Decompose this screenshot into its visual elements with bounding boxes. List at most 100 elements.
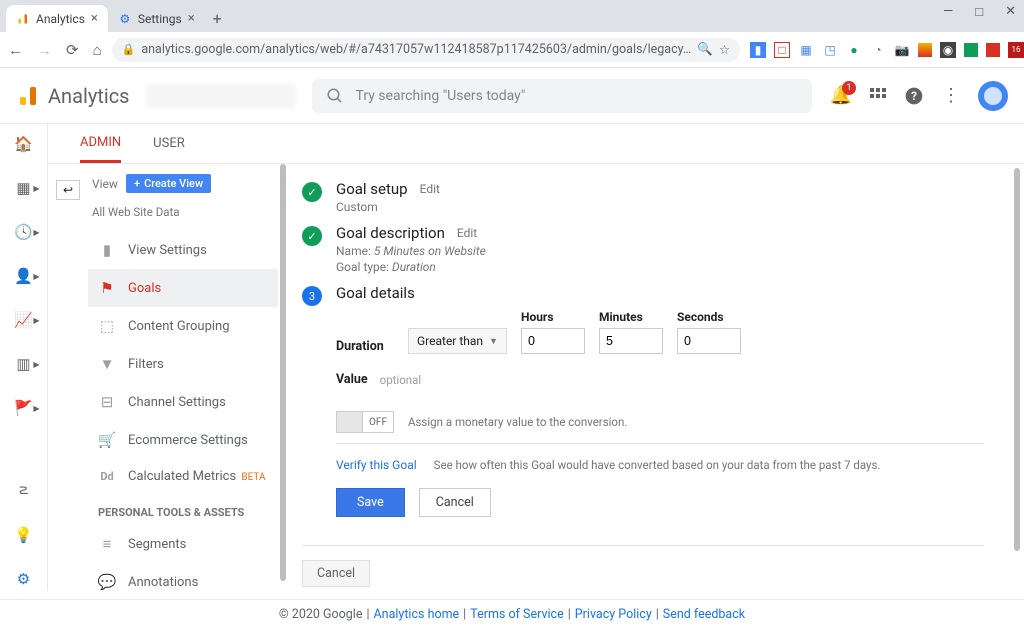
cancel-button[interactable]: Cancel <box>419 488 491 517</box>
account-avatar[interactable] <box>978 81 1008 111</box>
menu-channel-settings[interactable]: ⊟ Channel Settings <box>88 383 278 421</box>
copyright: © 2020 Google <box>279 607 363 622</box>
analytics-logo[interactable]: Analytics <box>16 84 130 108</box>
ext-icon[interactable]: ◉ <box>940 42 956 58</box>
menu-content-grouping[interactable]: ⬚ Content Grouping <box>88 307 278 345</box>
step-type-line: Goal type: Duration <box>336 260 984 274</box>
view-label: View <box>92 177 118 191</box>
value-description: Assign a monetary value to the conversio… <box>408 415 627 429</box>
hours-input[interactable] <box>521 328 585 354</box>
minimize-button[interactable]: — <box>943 4 953 20</box>
url-text: analytics.google.com/analytics/web/#/a74… <box>141 42 691 57</box>
step-title: Goal description <box>336 224 445 242</box>
home-button[interactable]: ⌂ <box>93 41 102 59</box>
value-toggle[interactable]: OFF <box>336 411 394 433</box>
ext-icon[interactable]: ◳ <box>822 42 838 58</box>
back-column: ↩ <box>48 164 88 591</box>
rail-customization-icon[interactable]: ▦▶ <box>10 176 38 200</box>
toggle-state: OFF <box>363 417 393 428</box>
footer-feedback-link[interactable]: Send feedback <box>663 607 745 622</box>
analytics-favicon <box>16 12 30 26</box>
seconds-input[interactable] <box>677 328 741 354</box>
rail-attribution-icon[interactable]: ౽ <box>10 479 38 503</box>
save-button[interactable]: Save <box>336 488 405 517</box>
rail-conversions-icon[interactable]: 🚩▶ <box>10 396 38 420</box>
rail-home-icon[interactable]: 🏠 <box>10 132 38 156</box>
ext-icon[interactable]: □ <box>774 42 790 58</box>
footer-tos-link[interactable]: Terms of Service <box>470 607 563 622</box>
tab-user[interactable]: USER <box>153 126 185 161</box>
notifications-button[interactable]: 🔔 1 <box>830 85 852 106</box>
address-bar[interactable]: 🔒 analytics.google.com/analytics/web/#/a… <box>112 38 740 62</box>
star-icon[interactable]: ☆ <box>719 42 730 58</box>
rail-admin-icon[interactable]: ⚙ <box>10 567 38 591</box>
tab-title: Analytics <box>36 12 85 26</box>
ext-icon[interactable]: ▦ <box>798 42 814 58</box>
view-selector[interactable]: All Web Site Data <box>88 201 278 223</box>
step-goal-description: ✓ Goal description Edit Name: 5 Minutes … <box>302 224 984 274</box>
kebab-menu-icon[interactable]: ⋮ <box>942 85 960 106</box>
plus-icon: + <box>134 177 140 190</box>
browser-toolbar: ← → ⟳ ⌂ 🔒 analytics.google.com/analytics… <box>0 32 1024 68</box>
rail-acquisition-icon[interactable]: 📈▶ <box>10 308 38 332</box>
window-controls: — □ ✕ <box>943 4 1016 20</box>
main-content: 🏠 ▦▶ 🕓▶ 👤▶ 📈▶ ▥▶ 🚩▶ ౽ 💡 ⚙ ADMIN USER ↩ V… <box>0 124 1024 591</box>
edit-link[interactable]: Edit <box>457 226 477 240</box>
verify-goal-link[interactable]: Verify this Goal <box>336 458 417 472</box>
separator <box>302 545 984 546</box>
ext-icon[interactable] <box>986 43 1000 57</box>
rail-discover-icon[interactable]: 💡 <box>10 523 38 547</box>
close-window-button[interactable]: ✕ <box>1005 4 1016 20</box>
browser-tab-analytics[interactable]: Analytics × <box>6 5 108 32</box>
menu-view-settings[interactable]: ▮ View Settings <box>88 231 278 269</box>
back-button[interactable]: ↩ <box>56 180 80 200</box>
cancel-outer-button[interactable]: Cancel <box>302 560 370 587</box>
tab-admin[interactable]: ADMIN <box>80 125 121 163</box>
menu-annotations[interactable]: 💬 Annotations <box>88 563 278 591</box>
step-title: Goal details <box>336 284 415 302</box>
menu-ecommerce-settings[interactable]: 🛒 Ecommerce Settings <box>88 421 278 459</box>
tab-close-icon[interactable]: × <box>188 11 195 26</box>
minutes-label: Minutes <box>599 310 663 324</box>
create-view-button[interactable]: + Create View <box>126 174 211 193</box>
cart-icon: 🛒 <box>98 431 116 449</box>
rail-realtime-icon[interactable]: 🕓▶ <box>10 220 38 244</box>
ext-icon[interactable]: 📷 <box>894 42 910 58</box>
duration-label: Duration <box>336 339 394 354</box>
edit-link[interactable]: Edit <box>420 182 440 196</box>
menu-segments[interactable]: ≡ Segments <box>88 525 278 563</box>
footer-analytics-home-link[interactable]: Analytics home <box>374 607 460 622</box>
ext-icon[interactable]: ● <box>846 42 862 58</box>
rail-behavior-icon[interactable]: ▥▶ <box>10 352 38 376</box>
forward-button[interactable]: → <box>37 41 52 59</box>
back-button[interactable]: ← <box>8 41 23 59</box>
ext-icon[interactable] <box>918 43 932 57</box>
rail-audience-icon[interactable]: 👤▶ <box>10 264 38 288</box>
footer-privacy-link[interactable]: Privacy Policy <box>575 607 652 622</box>
verify-description: See how often this Goal would have conve… <box>434 458 881 472</box>
zoom-icon[interactable]: 🔍 <box>697 42 713 57</box>
ext-icon[interactable]: ▮ <box>750 42 766 58</box>
check-icon: ✓ <box>302 226 322 246</box>
apps-grid-icon[interactable] <box>870 88 886 104</box>
step-goal-details: 3 Goal details Duration Greater than ▼ <box>302 284 984 535</box>
segments-icon: ≡ <box>98 535 116 553</box>
channel-icon: ⊟ <box>98 393 116 411</box>
maximize-button[interactable]: □ <box>975 4 983 20</box>
reload-button[interactable]: ⟳ <box>66 41 79 59</box>
browser-tab-settings[interactable]: ⚙ Settings × <box>108 5 205 32</box>
ext-icon[interactable]: 16 <box>1008 42 1024 58</box>
ext-icon[interactable]: ◔ <box>870 42 886 58</box>
menu-goals[interactable]: ⚑ Goals <box>88 269 278 307</box>
menu-calculated-metrics[interactable]: Dd Calculated Metrics BETA <box>88 459 278 494</box>
app-name: Analytics <box>48 84 130 108</box>
menu-filters[interactable]: ▼ Filters <box>88 345 278 383</box>
ext-icon[interactable] <box>964 43 978 57</box>
search-box[interactable]: Try searching "Users today" <box>312 79 812 113</box>
new-tab-button[interactable]: + <box>205 5 230 32</box>
tab-close-icon[interactable]: × <box>91 11 98 26</box>
minutes-input[interactable] <box>599 328 663 354</box>
duration-operator-dropdown[interactable]: Greater than ▼ <box>408 328 507 354</box>
help-icon[interactable]: ? <box>904 86 924 106</box>
step-number-badge: 3 <box>302 286 322 306</box>
